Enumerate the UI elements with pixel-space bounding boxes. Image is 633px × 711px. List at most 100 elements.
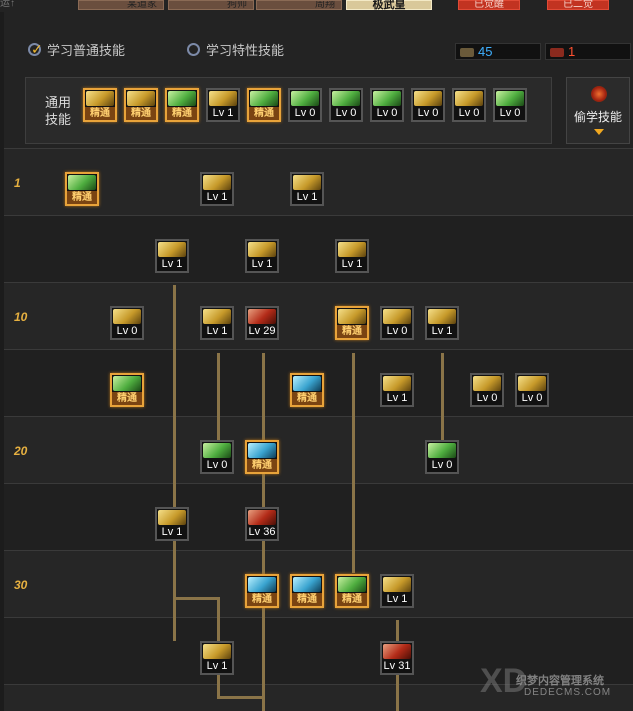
skill-art-icon (383, 376, 411, 391)
skill-art-icon (248, 242, 276, 257)
general-skill-11[interactable]: Lv 0 (493, 88, 527, 122)
tp-value: 1 (568, 44, 576, 59)
general-skill-3[interactable]: 精通 (165, 88, 199, 122)
tree-skill-16[interactable]: Lv 0 (470, 373, 504, 407)
tree-skill-15[interactable]: Lv 1 (380, 373, 414, 407)
tree-skill-27[interactable]: Lv 1 (200, 641, 234, 675)
tree-skill-20[interactable]: Lv 0 (425, 440, 459, 474)
skill-art-icon (68, 175, 96, 190)
tree-skill-26[interactable]: Lv 1 (380, 574, 414, 608)
skill-level-label: Lv 0 (112, 325, 142, 338)
radio-checked-icon: ✓ (28, 41, 43, 57)
skill-art-icon (383, 577, 411, 592)
sp-value: 45 (478, 44, 493, 59)
skill-level-label: Lv 0 (454, 107, 484, 120)
tree-skill-17[interactable]: Lv 0 (515, 373, 549, 407)
tree-skill-7[interactable]: Lv 0 (110, 306, 144, 340)
skill-level-label: Lv 0 (413, 107, 443, 120)
skill-level-label: 精通 (112, 392, 142, 405)
tree-skill-14[interactable]: 精通 (290, 373, 324, 407)
skill-level-label: Lv 1 (427, 325, 457, 338)
skill-art-icon (127, 91, 155, 106)
tree-skill-5[interactable]: Lv 1 (245, 239, 279, 273)
skill-art-icon (373, 91, 401, 106)
skill-art-icon (291, 91, 319, 106)
watermark-line2: DEDECMS.COM (524, 687, 612, 698)
skill-art-icon (248, 443, 276, 458)
general-skill-4[interactable]: Lv 1 (206, 88, 240, 122)
skill-level-label: 精通 (249, 107, 279, 120)
general-skill-1[interactable]: 精通 (83, 88, 117, 122)
general-skill-6[interactable]: Lv 0 (288, 88, 322, 122)
tree-skill-10[interactable]: 精通 (335, 306, 369, 340)
radio-common-skills[interactable]: ✓ 学习普通技能 (28, 40, 125, 59)
skill-level-label: Lv 1 (208, 107, 238, 120)
tree-skill-12[interactable]: Lv 1 (425, 306, 459, 340)
awakening-button[interactable]: 已觉醒 (458, 0, 520, 10)
tree-row (4, 483, 633, 550)
tree-skill-1[interactable]: 精通 (65, 172, 99, 206)
skill-art-icon (203, 309, 231, 324)
skill-level-label: Lv 1 (292, 191, 322, 204)
tree-skill-25[interactable]: 精通 (335, 574, 369, 608)
tree-skill-8[interactable]: Lv 1 (200, 306, 234, 340)
tree-skill-9[interactable]: Lv 29 (245, 306, 279, 340)
tree-skill-11[interactable]: Lv 0 (380, 306, 414, 340)
tree-row (4, 282, 633, 349)
skill-art-icon (414, 91, 442, 106)
tree-skill-6[interactable]: Lv 1 (335, 239, 369, 273)
tree-skill-22[interactable]: Lv 36 (245, 507, 279, 541)
character-portrait-3[interactable]: 周翔 (256, 0, 342, 10)
skill-level-label: Lv 29 (247, 325, 277, 338)
tree-skill-21[interactable]: Lv 1 (155, 507, 189, 541)
tree-skill-24[interactable]: 精通 (290, 574, 324, 608)
skill-level-label: Lv 1 (202, 660, 232, 673)
tree-skill-4[interactable]: Lv 1 (155, 239, 189, 273)
tree-skill-19[interactable]: 精通 (245, 440, 279, 474)
skill-tree: 1 10 20 30 精通 Lv 1 Lv 1 Lv 1 Lv 1 Lv 1 Lv 0 Lv … (4, 148, 633, 711)
tree-row (4, 215, 633, 282)
skill-art-icon (455, 91, 483, 106)
skill-level-label: 精通 (167, 107, 197, 120)
tp-book-icon (550, 48, 564, 58)
general-skill-10[interactable]: Lv 0 (452, 88, 486, 122)
tree-connector (173, 285, 176, 641)
skill-art-icon (293, 376, 321, 391)
character-portrait-2[interactable]: 狗帅 (168, 0, 254, 10)
skill-art-icon (518, 376, 546, 391)
level-marker: 1 (14, 176, 21, 190)
portrait-name: 周翔 (315, 0, 335, 10)
level-marker: 10 (14, 310, 28, 324)
general-skill-7[interactable]: Lv 0 (329, 88, 363, 122)
skill-art-icon (250, 91, 278, 106)
general-skill-9[interactable]: Lv 0 (411, 88, 445, 122)
skill-level-label: Lv 0 (472, 392, 502, 405)
skill-level-label: Lv 1 (202, 191, 232, 204)
sp-counter: 45 (455, 43, 541, 60)
tree-skill-2[interactable]: Lv 1 (200, 172, 234, 206)
skill-level-label: 精通 (247, 459, 277, 472)
skill-level-label: Lv 1 (157, 258, 187, 271)
tree-skill-23[interactable]: 精通 (245, 574, 279, 608)
class-tag-button[interactable]: 极武皇 (346, 0, 432, 11)
radio-special-skills[interactable]: 学习特性技能 (187, 40, 284, 59)
general-skill-2[interactable]: 精通 (124, 88, 158, 122)
skill-level-label: Lv 0 (290, 107, 320, 120)
skill-level-label: Lv 1 (157, 526, 187, 539)
general-skill-5[interactable]: 精通 (247, 88, 281, 122)
skill-level-label: Lv 0 (427, 459, 457, 472)
tree-skill-28[interactable]: Lv 31 (380, 641, 414, 675)
skill-level-label: 精通 (247, 593, 277, 606)
tree-skill-13[interactable]: 精通 (110, 373, 144, 407)
character-portrait-1[interactable]: 某道家 (78, 0, 164, 10)
tree-skill-3[interactable]: Lv 1 (290, 172, 324, 206)
general-skill-8[interactable]: Lv 0 (370, 88, 404, 122)
radio-special-label: 学习特性技能 (206, 43, 285, 58)
tree-skill-18[interactable]: Lv 0 (200, 440, 234, 474)
tree-connector (173, 597, 218, 600)
skill-art-icon (428, 309, 456, 324)
skill-art-icon (428, 443, 456, 458)
steal-skill-button[interactable]: 偷学技能 (566, 77, 630, 144)
watermark: XD 织梦内容管理系统 DEDECMS.COM (476, 660, 626, 706)
second-awakening-button[interactable]: 已二觉 (547, 0, 609, 10)
